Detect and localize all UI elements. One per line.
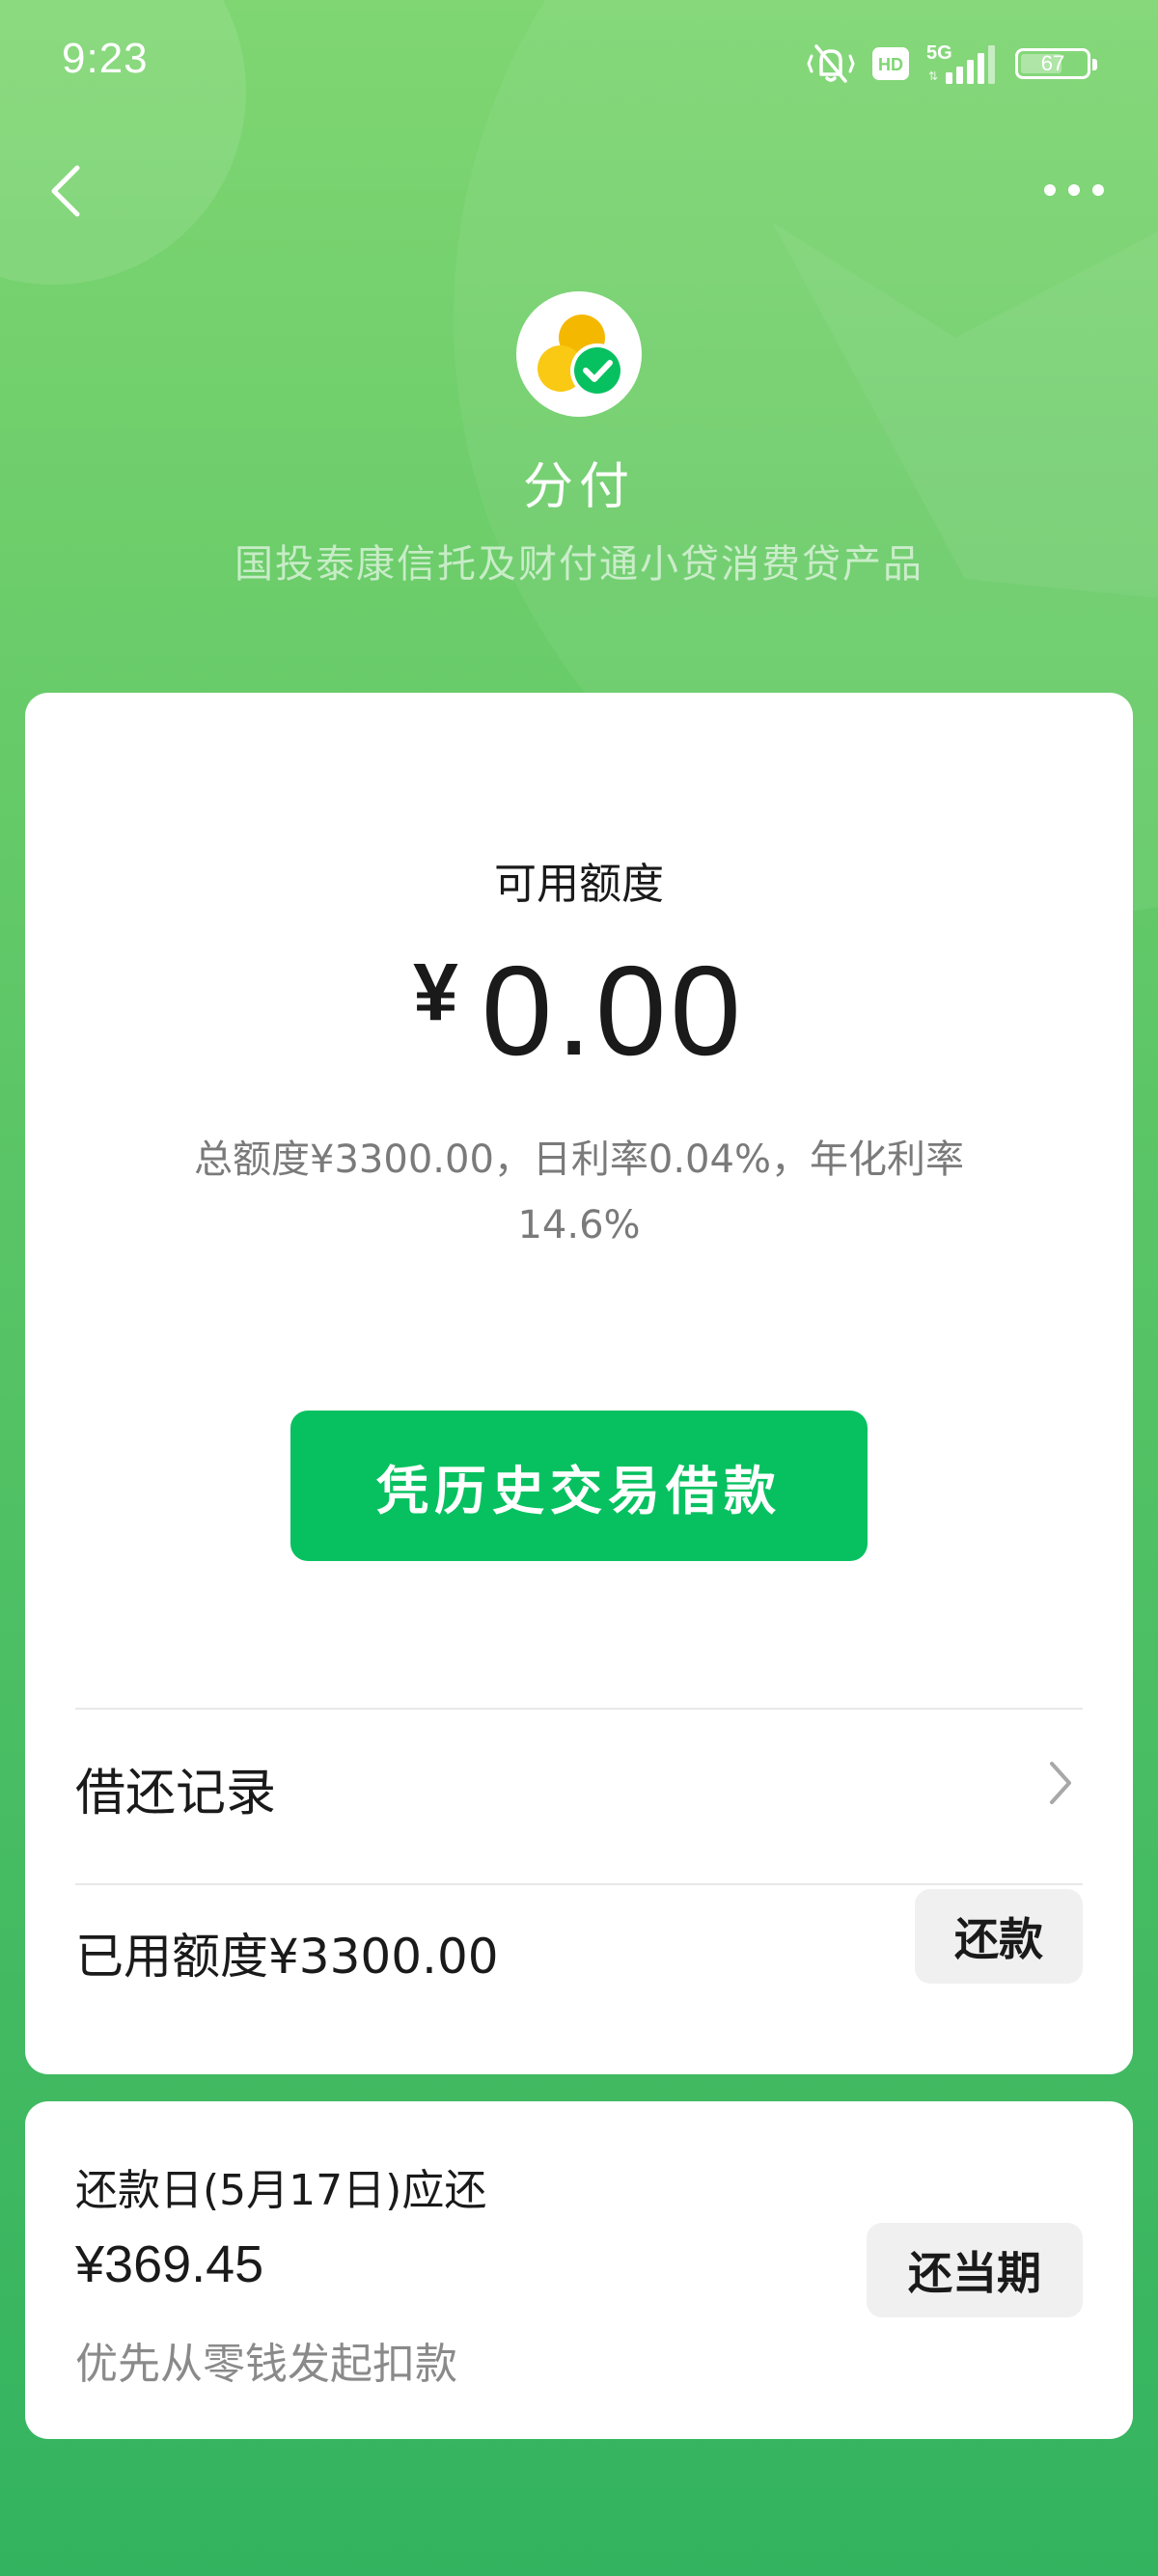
due-note: 优先从零钱发起扣款 bbox=[75, 2340, 457, 2389]
used-credit-row: 已用额度¥3300.00 还款 bbox=[75, 1889, 1083, 2024]
records-row[interactable]: 借还记录 bbox=[75, 1710, 1083, 1845]
currency-symbol: ¥ bbox=[413, 946, 458, 1037]
repay-button[interactable]: 还款 bbox=[915, 1889, 1083, 1984]
repay-current-button[interactable]: 还当期 bbox=[867, 2223, 1083, 2317]
due-card-panel: 还款日(5月17日)应还 ¥369.45 优先从零钱发起扣款 还当期 bbox=[25, 2101, 1133, 2439]
more-dots-icon bbox=[1044, 184, 1104, 196]
credit-card-panel: 可用额度 ¥0.00 总额度¥3300.00，日利率0.04%，年化利率14.6… bbox=[25, 693, 1133, 2074]
hd-icon: HD bbox=[872, 47, 909, 80]
product-subtitle: 国投泰康信托及财付通小贷消费贷产品 bbox=[234, 542, 924, 587]
chevron-right-icon bbox=[1050, 1762, 1071, 1804]
records-label: 借还记录 bbox=[75, 1765, 277, 1822]
network-label: 5G bbox=[926, 42, 952, 64]
battery-level: 67 bbox=[1040, 51, 1065, 75]
chevron-left-icon bbox=[51, 165, 80, 217]
status-bar: 9:23 HD 5G ⇅ 67 bbox=[0, 0, 1158, 125]
status-icons: HD 5G ⇅ 67 bbox=[805, 39, 1097, 89]
vibrate-mute-icon bbox=[807, 44, 855, 83]
back-button[interactable] bbox=[39, 154, 96, 228]
hd-label: HD bbox=[878, 55, 903, 74]
more-button[interactable] bbox=[1040, 166, 1108, 214]
borrow-button[interactable]: 凭历史交易借款 bbox=[290, 1411, 868, 1561]
battery-icon: 67 bbox=[1015, 48, 1097, 79]
signal-5g-icon: 5G ⇅ bbox=[926, 42, 995, 84]
due-title: 还款日(5月17日)应还 bbox=[75, 2166, 487, 2215]
fenfu-logo-icon bbox=[516, 291, 642, 417]
used-credit-label: 已用额度¥3300.00 bbox=[75, 1929, 499, 1985]
status-time: 9:23 bbox=[62, 35, 149, 82]
available-credit-amount: ¥0.00 bbox=[25, 938, 1133, 1083]
rate-info: 总额度¥3300.00，日利率0.04%，年化利率14.6% bbox=[194, 1137, 964, 1247]
available-credit-value: 0.00 bbox=[481, 940, 745, 1082]
divider bbox=[75, 1883, 1083, 1885]
available-credit-label: 可用额度 bbox=[494, 860, 664, 909]
due-amount: ¥369.45 bbox=[75, 2235, 264, 2293]
product-name: 分付 bbox=[522, 458, 635, 516]
svg-text:⇅: ⇅ bbox=[928, 69, 938, 83]
